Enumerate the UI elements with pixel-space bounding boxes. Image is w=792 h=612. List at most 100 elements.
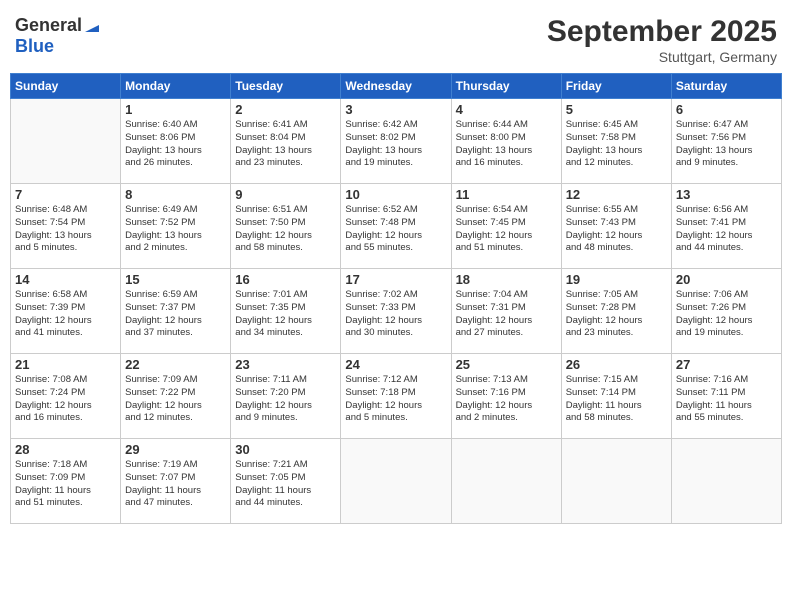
day-number: 9 <box>235 187 336 202</box>
cell-1-0: 7 Sunrise: 6:48 AMSunset: 7:54 PMDaylight… <box>11 184 121 269</box>
day-info: Sunrise: 6:56 AMSunset: 7:41 PMDaylight:… <box>676 204 777 255</box>
day-info: Sunrise: 7:02 AMSunset: 7:33 PMDaylight:… <box>345 289 446 340</box>
cell-1-4: 11 Sunrise: 6:54 AMSunset: 7:45 PMDayligh… <box>451 184 561 269</box>
day-number: 6 <box>676 102 777 117</box>
calendar-header-row: Sunday Monday Tuesday Wednesday Thursday… <box>11 74 782 99</box>
cell-0-2: 2 Sunrise: 6:41 AMSunset: 8:04 PMDaylight… <box>231 99 341 184</box>
day-number: 5 <box>566 102 667 117</box>
day-info: Sunrise: 6:45 AMSunset: 7:58 PMDaylight:… <box>566 119 667 170</box>
logo: General Blue <box>15 15 99 57</box>
day-number: 29 <box>125 442 226 457</box>
title-area: September 2025 Stuttgart, Germany <box>547 15 777 65</box>
day-number: 16 <box>235 272 336 287</box>
day-info: Sunrise: 7:08 AMSunset: 7:24 PMDaylight:… <box>15 374 116 425</box>
cell-4-6 <box>671 439 781 524</box>
cell-0-1: 1Sunrise: 6:40 AMSunset: 8:06 PMDaylight… <box>121 99 231 184</box>
day-info: Sunrise: 6:42 AMSunset: 8:02 PMDaylight:… <box>345 119 446 170</box>
day-info: Sunrise: 6:52 AMSunset: 7:48 PMDaylight:… <box>345 204 446 255</box>
cell-3-5: 26 Sunrise: 7:15 AMSunset: 7:14 PMDayligh… <box>561 354 671 439</box>
day-info: Sunrise: 6:40 AMSunset: 8:06 PMDaylight:… <box>125 119 226 170</box>
day-info: Sunrise: 7:16 AMSunset: 7:11 PMDaylight:… <box>676 374 777 425</box>
day-number: 26 <box>566 357 667 372</box>
logo-triangle-icon <box>85 17 99 37</box>
day-number: 21 <box>15 357 116 372</box>
day-number: 11 <box>456 187 557 202</box>
day-number: 4 <box>456 102 557 117</box>
day-number: 18 <box>456 272 557 287</box>
cell-1-5: 12Sunrise: 6:55 AMSunset: 7:43 PMDayligh… <box>561 184 671 269</box>
logo-general: General <box>15 16 82 36</box>
cell-4-0: 28 Sunrise: 7:18 AMSunset: 7:09 PMDayligh… <box>11 439 121 524</box>
week-row-4: 21 Sunrise: 7:08 AMSunset: 7:24 PMDayligh… <box>11 354 782 439</box>
col-saturday: Saturday <box>671 74 781 99</box>
cell-2-0: 14Sunrise: 6:58 AMSunset: 7:39 PMDayligh… <box>11 269 121 354</box>
week-row-5: 28 Sunrise: 7:18 AMSunset: 7:09 PMDayligh… <box>11 439 782 524</box>
day-info: Sunrise: 7:09 AMSunset: 7:22 PMDaylight:… <box>125 374 226 425</box>
cell-0-3: 3 Sunrise: 6:42 AMSunset: 8:02 PMDaylight… <box>341 99 451 184</box>
day-info: Sunrise: 6:54 AMSunset: 7:45 PMDaylight:… <box>456 204 557 255</box>
day-number: 15 <box>125 272 226 287</box>
day-info: Sunrise: 6:47 AMSunset: 7:56 PMDaylight:… <box>676 119 777 170</box>
cell-4-3 <box>341 439 451 524</box>
cell-3-2: 23 Sunrise: 7:11 AMSunset: 7:20 PMDayligh… <box>231 354 341 439</box>
day-number: 3 <box>345 102 446 117</box>
day-number: 27 <box>676 357 777 372</box>
day-info: Sunrise: 7:19 AMSunset: 7:07 PMDaylight:… <box>125 459 226 510</box>
day-number: 8 <box>125 187 226 202</box>
location-title: Stuttgart, Germany <box>547 49 777 65</box>
cell-3-3: 24Sunrise: 7:12 AMSunset: 7:18 PMDayligh… <box>341 354 451 439</box>
day-info: Sunrise: 7:21 AMSunset: 7:05 PMDaylight:… <box>235 459 336 510</box>
day-info: Sunrise: 7:12 AMSunset: 7:18 PMDaylight:… <box>345 374 446 425</box>
day-number: 2 <box>235 102 336 117</box>
day-info: Sunrise: 7:11 AMSunset: 7:20 PMDaylight:… <box>235 374 336 425</box>
day-info: Sunrise: 7:04 AMSunset: 7:31 PMDaylight:… <box>456 289 557 340</box>
day-info: Sunrise: 6:44 AMSunset: 8:00 PMDaylight:… <box>456 119 557 170</box>
cell-2-5: 19 Sunrise: 7:05 AMSunset: 7:28 PMDayligh… <box>561 269 671 354</box>
col-monday: Monday <box>121 74 231 99</box>
cell-2-6: 20 Sunrise: 7:06 AMSunset: 7:26 PMDayligh… <box>671 269 781 354</box>
cell-4-1: 29 Sunrise: 7:19 AMSunset: 7:07 PMDayligh… <box>121 439 231 524</box>
logo-blue: Blue <box>15 37 54 57</box>
cell-0-5: 5 Sunrise: 6:45 AMSunset: 7:58 PMDaylight… <box>561 99 671 184</box>
cell-2-3: 17 Sunrise: 7:02 AMSunset: 7:33 PMDayligh… <box>341 269 451 354</box>
month-title: September 2025 <box>547 15 777 49</box>
day-number: 19 <box>566 272 667 287</box>
day-number: 10 <box>345 187 446 202</box>
cell-3-6: 27 Sunrise: 7:16 AMSunset: 7:11 PMDayligh… <box>671 354 781 439</box>
day-info: Sunrise: 7:06 AMSunset: 7:26 PMDaylight:… <box>676 289 777 340</box>
day-number: 25 <box>456 357 557 372</box>
day-number: 20 <box>676 272 777 287</box>
day-number: 7 <box>15 187 116 202</box>
day-info: Sunrise: 6:55 AMSunset: 7:43 PMDaylight:… <box>566 204 667 255</box>
day-number: 28 <box>15 442 116 457</box>
week-row-1: 1Sunrise: 6:40 AMSunset: 8:06 PMDaylight… <box>11 99 782 184</box>
day-info: Sunrise: 6:58 AMSunset: 7:39 PMDaylight:… <box>15 289 116 340</box>
day-number: 30 <box>235 442 336 457</box>
header: General Blue September 2025 Stuttgart, G… <box>10 10 782 65</box>
day-info: Sunrise: 6:41 AMSunset: 8:04 PMDaylight:… <box>235 119 336 170</box>
day-number: 23 <box>235 357 336 372</box>
cell-1-2: 9 Sunrise: 6:51 AMSunset: 7:50 PMDaylight… <box>231 184 341 269</box>
day-info: Sunrise: 6:48 AMSunset: 7:54 PMDaylight:… <box>15 204 116 255</box>
cell-0-6: 6 Sunrise: 6:47 AMSunset: 7:56 PMDaylight… <box>671 99 781 184</box>
col-friday: Friday <box>561 74 671 99</box>
day-info: Sunrise: 7:18 AMSunset: 7:09 PMDaylight:… <box>15 459 116 510</box>
day-info: Sunrise: 6:49 AMSunset: 7:52 PMDaylight:… <box>125 204 226 255</box>
week-row-3: 14Sunrise: 6:58 AMSunset: 7:39 PMDayligh… <box>11 269 782 354</box>
col-tuesday: Tuesday <box>231 74 341 99</box>
day-info: Sunrise: 6:59 AMSunset: 7:37 PMDaylight:… <box>125 289 226 340</box>
day-info: Sunrise: 7:05 AMSunset: 7:28 PMDaylight:… <box>566 289 667 340</box>
cell-3-4: 25 Sunrise: 7:13 AMSunset: 7:16 PMDayligh… <box>451 354 561 439</box>
calendar-table: Sunday Monday Tuesday Wednesday Thursday… <box>10 73 782 524</box>
cell-3-1: 22Sunrise: 7:09 AMSunset: 7:22 PMDayligh… <box>121 354 231 439</box>
day-info: Sunrise: 7:15 AMSunset: 7:14 PMDaylight:… <box>566 374 667 425</box>
day-number: 17 <box>345 272 446 287</box>
cell-2-4: 18 Sunrise: 7:04 AMSunset: 7:31 PMDayligh… <box>451 269 561 354</box>
day-number: 13 <box>676 187 777 202</box>
day-info: Sunrise: 7:01 AMSunset: 7:35 PMDaylight:… <box>235 289 336 340</box>
col-sunday: Sunday <box>11 74 121 99</box>
day-info: Sunrise: 6:51 AMSunset: 7:50 PMDaylight:… <box>235 204 336 255</box>
day-info: Sunrise: 7:13 AMSunset: 7:16 PMDaylight:… <box>456 374 557 425</box>
col-thursday: Thursday <box>451 74 561 99</box>
cell-2-1: 15 Sunrise: 6:59 AMSunset: 7:37 PMDayligh… <box>121 269 231 354</box>
